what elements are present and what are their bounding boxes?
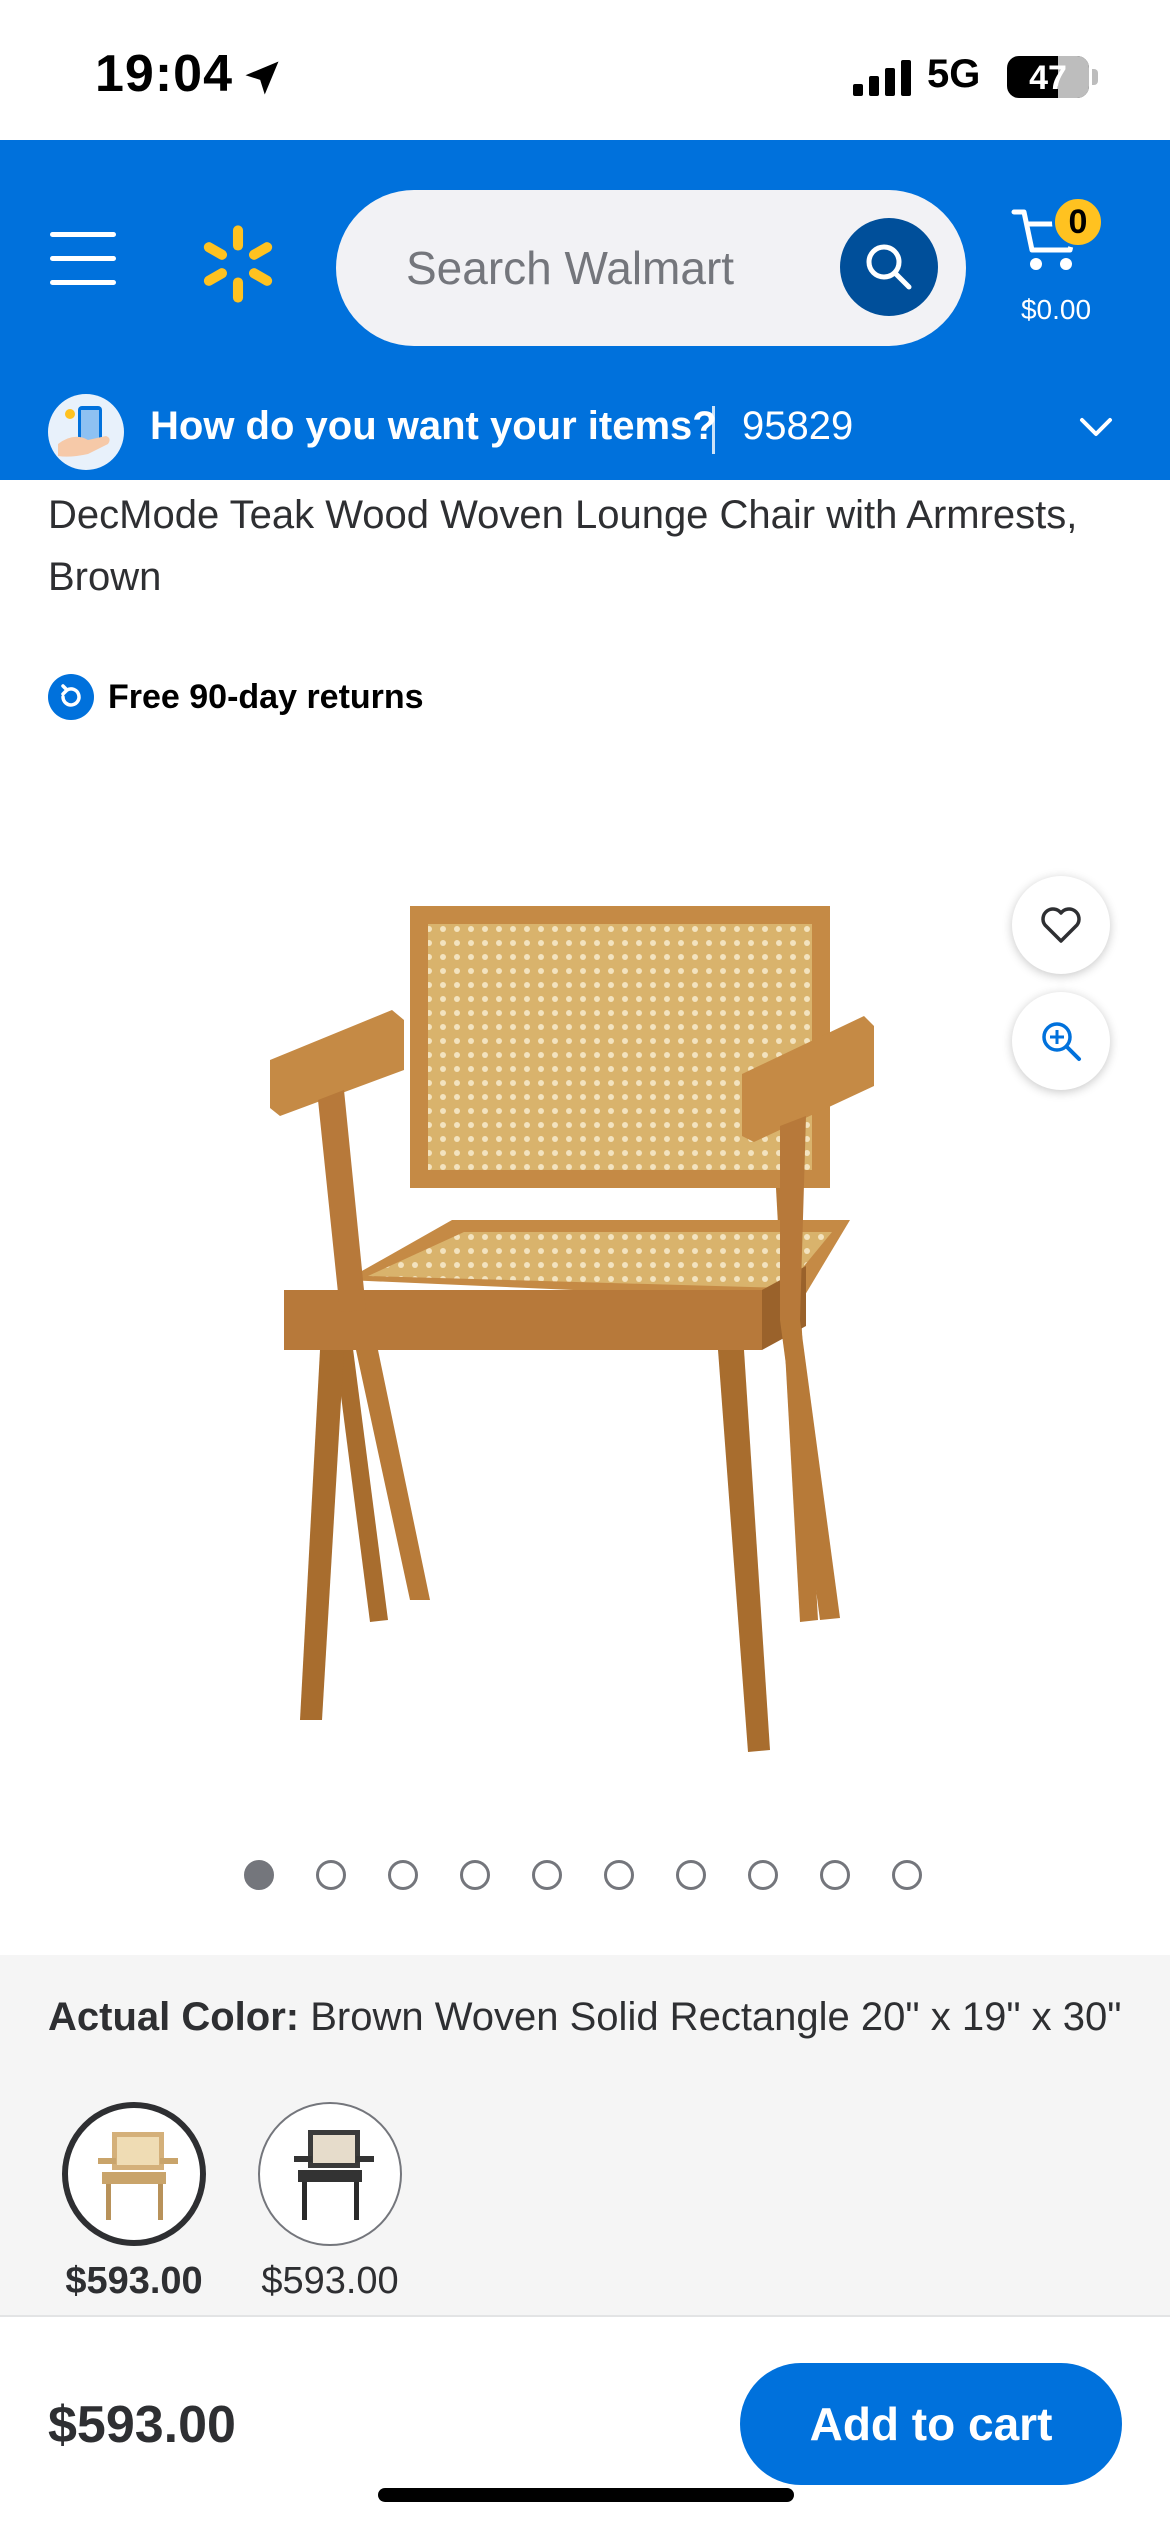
divider (712, 406, 715, 454)
zoom-button[interactable] (1012, 992, 1110, 1090)
carousel-dot[interactable] (748, 1860, 778, 1890)
product-title: DecMode Teak Wood Woven Lounge Chair wit… (48, 493, 1078, 599)
favorite-button[interactable] (1012, 876, 1110, 974)
network-type: 5G (927, 52, 981, 96)
variant-swatch-black[interactable] (258, 2102, 402, 2246)
status-bar: 19:04 5G 47 (0, 0, 1170, 140)
variant-selector: Actual Color: Brown Woven Solid Rectangl… (0, 1955, 1170, 2315)
chair-thumbnail-teak (98, 2132, 178, 2220)
carousel-dot[interactable] (820, 1860, 850, 1890)
search-bar[interactable] (336, 190, 966, 346)
actual-color-label: Actual Color: (48, 1995, 300, 2039)
carousel-dot[interactable] (244, 1860, 274, 1890)
heart-icon (1041, 907, 1081, 943)
actual-color-line: Actual Color: Brown Woven Solid Rectangl… (48, 1995, 1121, 2040)
carousel-dot[interactable] (388, 1860, 418, 1890)
location-arrow-icon (245, 61, 279, 95)
zoom-in-icon (1042, 1022, 1081, 1061)
battery-icon: 47 (1007, 56, 1089, 98)
status-time: 19:04 (95, 45, 233, 103)
carousel-dot[interactable] (460, 1860, 490, 1890)
product-image[interactable] (240, 880, 880, 1780)
zip-code: 95829 (742, 404, 854, 448)
delivery-hand-icon (48, 394, 124, 470)
returns-text: Free 90-day returns (108, 678, 424, 716)
search-icon (866, 244, 912, 290)
header: 0 $0.00 How do you want your items? 9582… (0, 140, 1170, 480)
actual-color-value: Brown Woven Solid Rectangle 20" x 19" x … (310, 1995, 1122, 2039)
fulfillment-selector[interactable]: How do you want your items? 95829 (0, 380, 1170, 480)
search-input[interactable] (406, 190, 826, 346)
cart-button[interactable]: 0 $0.00 (996, 196, 1116, 326)
battery-nub (1092, 69, 1098, 85)
carousel-dot[interactable] (532, 1860, 562, 1890)
chevron-down-icon (1080, 418, 1112, 436)
carousel-dot[interactable] (892, 1860, 922, 1890)
return-arrow-icon (48, 674, 94, 720)
cart-total: $0.00 (1020, 294, 1092, 325)
battery-level: 47 (1029, 59, 1067, 97)
add-to-cart-button[interactable]: Add to cart (740, 2363, 1122, 2485)
fulfillment-question: How do you want your items? (150, 404, 717, 448)
carousel-dot[interactable] (316, 1860, 346, 1890)
footer-price: $593.00 (48, 2396, 236, 2454)
menu-icon[interactable] (50, 232, 116, 286)
signal-bars-icon (853, 60, 911, 96)
variant-price: $593.00 (65, 2260, 203, 2302)
carousel-dot[interactable] (676, 1860, 706, 1890)
walmart-spark-icon[interactable] (196, 222, 280, 306)
variant-swatch-teak[interactable] (62, 2102, 206, 2246)
chair-thumbnail-black (294, 2130, 374, 2220)
carousel-dot[interactable] (604, 1860, 634, 1890)
variant-price: $593.00 (261, 2260, 399, 2302)
cart-count-badge: 0 (1052, 196, 1104, 248)
home-indicator[interactable] (378, 2488, 794, 2502)
search-button[interactable] (840, 218, 938, 316)
